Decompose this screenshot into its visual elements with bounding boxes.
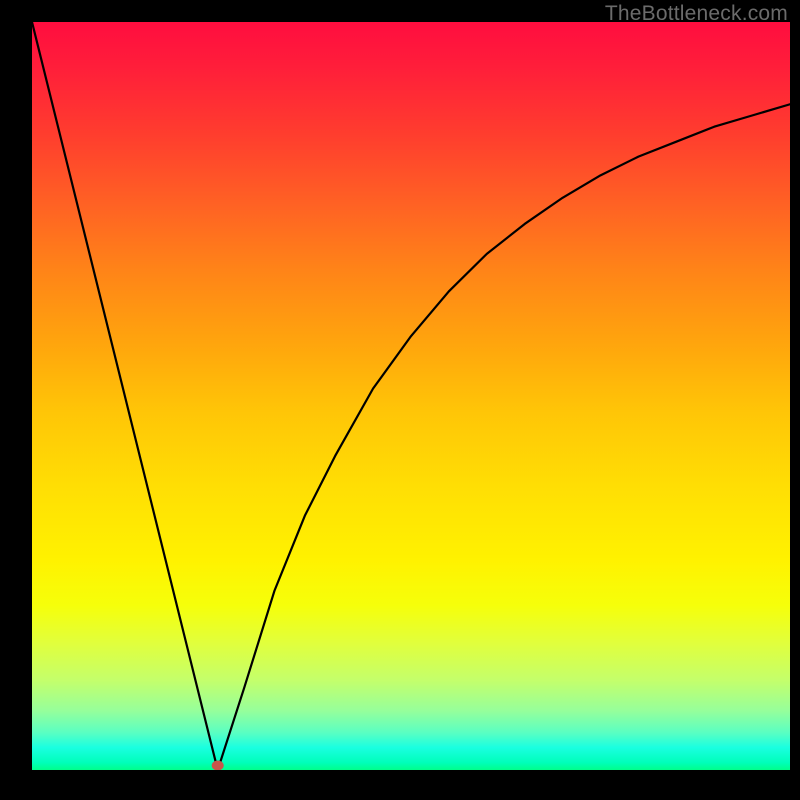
bottleneck-curve (32, 22, 790, 770)
plot-area (32, 22, 790, 770)
curve-line (32, 22, 790, 770)
watermark-label: TheBottleneck.com (605, 2, 788, 26)
minimum-marker (212, 761, 224, 770)
chart-frame: TheBottleneck.com (0, 0, 800, 800)
chart-svg (32, 22, 790, 770)
